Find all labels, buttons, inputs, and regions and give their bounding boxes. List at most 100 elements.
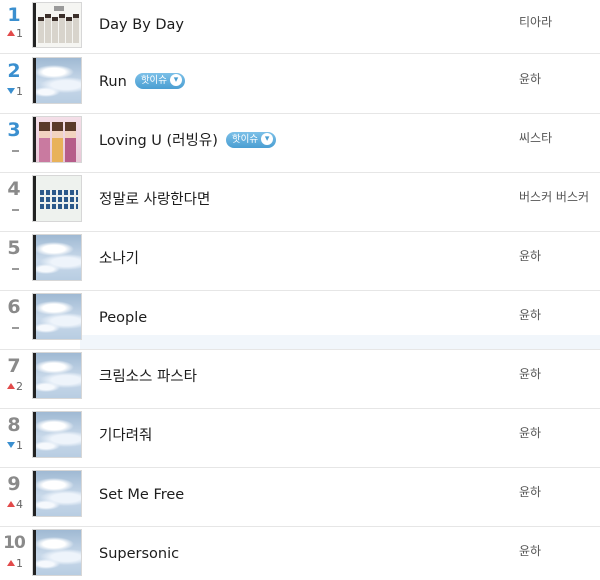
rank-number: 9 <box>7 473 21 495</box>
song-title[interactable]: Loving U (러빙유) 핫이슈 ▾ <box>99 114 277 173</box>
song-title[interactable]: People <box>99 291 147 350</box>
song-title[interactable]: Supersonic <box>99 527 179 580</box>
rank-change <box>0 321 30 335</box>
rank-change-value: 1 <box>16 557 23 570</box>
rank-up-icon <box>7 383 15 389</box>
chart-row[interactable]: 3 Loving U (러빙유) 핫이슈 ▾ 씨스타 <box>0 114 600 173</box>
text-album-art <box>36 176 81 221</box>
song-title-text[interactable]: 크림소스 파스타 <box>99 369 197 385</box>
rank-box: 94 <box>0 468 30 527</box>
rank-box: 11 <box>0 0 30 59</box>
song-title-text[interactable]: Supersonic <box>99 546 179 562</box>
chart-row[interactable]: 10 1 Supersonic 윤하 <box>0 527 600 580</box>
song-title-text[interactable]: People <box>99 310 147 326</box>
no-change-icon <box>11 327 19 329</box>
song-title-text[interactable]: 정말로 사랑한다면 <box>99 192 210 208</box>
song-title[interactable]: 정말로 사랑한다면 <box>99 173 210 232</box>
rank-change-value: 1 <box>16 27 23 40</box>
rank-down-icon <box>7 442 15 448</box>
chart-row[interactable]: 9 4 Set Me Free 윤하 <box>0 468 600 527</box>
artist-name[interactable]: 윤하 <box>519 350 541 409</box>
chevron-down-icon[interactable]: ▾ <box>170 73 183 86</box>
artist-name[interactable]: 티아라 <box>519 0 552 59</box>
artist-name[interactable]: 윤하 <box>519 55 541 114</box>
album-cover[interactable] <box>33 117 81 162</box>
album-cover[interactable] <box>33 471 81 516</box>
chart-row[interactable]: 2 1 Run 핫이슈 ▾ 윤하 <box>0 55 600 114</box>
no-change-icon <box>11 268 19 270</box>
rank-change-value: 4 <box>16 498 23 511</box>
chart-row[interactable]: 5 소나기 윤하 <box>0 232 600 291</box>
song-title[interactable]: 크림소스 파스타 <box>99 350 197 409</box>
sky-album-art <box>36 353 81 398</box>
song-title[interactable]: Set Me Free <box>99 468 184 527</box>
song-title-text[interactable]: Loving U (러빙유) <box>99 133 218 149</box>
rank-number: 4 <box>7 178 21 200</box>
artist-name[interactable]: 윤하 <box>519 409 541 468</box>
rank-number: 7 <box>7 355 21 377</box>
rank-change: 1 <box>0 439 30 453</box>
rank-box: 5 <box>0 232 30 291</box>
album-cover[interactable] <box>33 412 81 457</box>
chart-row[interactable]: 7 2 크림소스 파스타 윤하 <box>0 350 600 409</box>
chart-row[interactable]: 6 People 윤하 <box>0 291 600 350</box>
hot-issue-label: 핫이슈 <box>140 75 168 86</box>
rank-down-icon <box>7 88 15 94</box>
hot-issue-badge[interactable]: 핫이슈 ▾ <box>134 73 186 89</box>
trio-album-art <box>36 117 81 162</box>
sky-album-art <box>36 412 81 457</box>
song-title-text[interactable]: Day By Day <box>99 17 184 33</box>
hot-issue-badge[interactable]: 핫이슈 ▾ <box>225 132 277 148</box>
chart-row[interactable]: 4 정말로 사랑한다면 버스커 버스커 <box>0 173 600 232</box>
rank-number: 1 <box>7 4 21 26</box>
artist-name[interactable]: 버스커 버스커 <box>519 173 589 232</box>
artist-name[interactable]: 윤하 <box>519 468 541 527</box>
rank-change <box>0 262 30 276</box>
song-title[interactable]: 기다려줘 <box>99 409 152 468</box>
album-cover[interactable] <box>33 294 81 339</box>
rank-change-value: 2 <box>16 380 23 393</box>
rank-number: 2 <box>7 60 21 82</box>
rank-change: 1 <box>0 85 30 99</box>
no-change-icon <box>11 209 19 211</box>
hot-issue-label: 핫이슈 <box>231 134 259 145</box>
rank-box: 21 <box>0 55 30 114</box>
song-title-text[interactable]: 기다려줘 <box>99 428 152 444</box>
rank-box: 10 1 <box>0 527 30 580</box>
chart-row[interactable]: 1 1 Day By Day 티아라 <box>0 0 600 54</box>
album-cover[interactable] <box>33 176 81 221</box>
album-cover[interactable] <box>33 3 81 47</box>
rank-box: 4 <box>0 173 30 232</box>
song-title-text[interactable]: Run <box>99 74 127 90</box>
chevron-down-icon[interactable]: ▾ <box>261 132 274 145</box>
rank-number: 5 <box>7 237 21 259</box>
rank-number: 8 <box>7 414 21 436</box>
rank-change-value: 1 <box>16 85 23 98</box>
song-title[interactable]: Run 핫이슈 ▾ <box>99 55 186 114</box>
rank-change-value: 1 <box>16 439 23 452</box>
artist-name[interactable]: 윤하 <box>519 291 541 350</box>
chart-row[interactable]: 8 1 기다려줘 윤하 <box>0 409 600 468</box>
group-album-art <box>36 3 81 47</box>
rank-up-icon <box>7 560 15 566</box>
sky-album-art <box>36 235 81 280</box>
song-title-text[interactable]: Set Me Free <box>99 487 184 503</box>
rank-up-icon <box>7 30 15 36</box>
album-cover[interactable] <box>33 530 81 575</box>
song-title-text[interactable]: 소나기 <box>99 251 139 267</box>
sky-album-art <box>36 471 81 516</box>
album-cover[interactable] <box>33 235 81 280</box>
rank-number: 6 <box>7 296 21 318</box>
rank-box: 6 <box>0 291 30 350</box>
rank-change <box>0 203 30 217</box>
artist-name[interactable]: 윤하 <box>519 527 541 580</box>
album-cover[interactable] <box>33 58 81 103</box>
song-title[interactable]: 소나기 <box>99 232 139 291</box>
rank-change: 1 <box>0 27 30 41</box>
song-title[interactable]: Day By Day <box>99 0 184 59</box>
rank-change <box>0 144 30 158</box>
rank-box: 3 <box>0 114 30 173</box>
album-cover[interactable] <box>33 353 81 398</box>
artist-name[interactable]: 씨스타 <box>519 114 552 173</box>
artist-name[interactable]: 윤하 <box>519 232 541 291</box>
